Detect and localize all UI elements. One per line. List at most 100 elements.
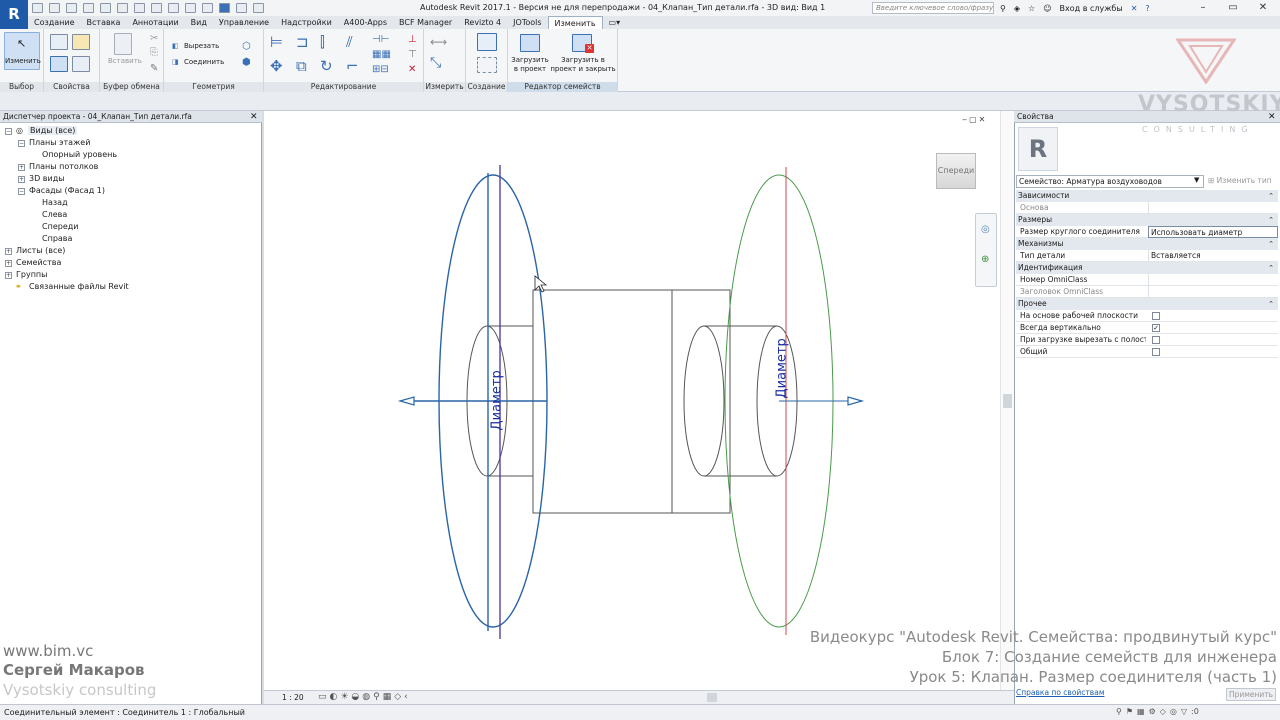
scale-indicator[interactable]: 1 : 20 bbox=[282, 693, 304, 702]
tree-node-2[interactable]: Опорный уровень bbox=[42, 150, 117, 159]
family-types-icon[interactable] bbox=[50, 56, 68, 72]
collapse-icon[interactable]: ⌃ bbox=[1268, 214, 1274, 226]
align-icon[interactable]: ⊨ bbox=[270, 33, 283, 51]
tab-8[interactable]: Revizto 4 bbox=[458, 16, 507, 29]
tree-node-4[interactable]: 3D виды bbox=[29, 174, 65, 183]
vertical-scrollbar[interactable] bbox=[1000, 111, 1014, 690]
split-icon[interactable]: ⊣⊢ bbox=[372, 34, 389, 45]
delete-icon[interactable]: ✕ bbox=[408, 64, 416, 75]
group-constraints[interactable]: Зависимости ⌃ bbox=[1016, 190, 1278, 202]
dimension-icon[interactable] bbox=[151, 3, 162, 13]
cut-geometry-label[interactable]: Вырезать bbox=[184, 42, 219, 50]
collapse-icon[interactable]: ⌃ bbox=[1268, 238, 1274, 250]
sync-icon[interactable] bbox=[66, 3, 77, 13]
mirror-draw-icon[interactable]: ⫽ bbox=[346, 33, 353, 51]
star-icon[interactable]: ☆ bbox=[1028, 4, 1035, 13]
tree-node-7[interactable]: Слева bbox=[42, 210, 67, 219]
redo-icon[interactable] bbox=[100, 3, 111, 13]
aligned-dimension-icon[interactable]: ⤡ bbox=[430, 55, 441, 71]
tab-7[interactable]: BCF Manager bbox=[393, 16, 458, 29]
project-browser-close-icon[interactable]: ✕ bbox=[250, 111, 258, 123]
left-dimension-label[interactable]: Диаметр bbox=[490, 370, 505, 430]
save-icon[interactable] bbox=[49, 3, 60, 13]
tree-node-1[interactable]: Планы этажей bbox=[29, 138, 90, 147]
tree-node-10[interactable]: Листы (все) bbox=[16, 246, 65, 255]
ribbon-options-icon[interactable]: ▭▾ bbox=[603, 16, 627, 29]
load-into-project-icon[interactable] bbox=[520, 34, 540, 52]
tree-toggle-icon[interactable]: + bbox=[5, 260, 12, 267]
family-category-icon[interactable] bbox=[72, 56, 90, 72]
tab-5[interactable]: Надстройки bbox=[275, 16, 338, 29]
zoom-icon[interactable]: ⊕ bbox=[981, 254, 989, 265]
binoculars-icon[interactable]: ⚲ bbox=[1000, 4, 1006, 13]
minimize-button[interactable]: – bbox=[1188, 0, 1218, 16]
tab-4[interactable]: Управление bbox=[213, 16, 275, 29]
copy-element-icon[interactable]: ⧉ bbox=[296, 57, 307, 75]
type-selector-chevron-icon[interactable]: ▼ bbox=[1194, 176, 1199, 184]
tab-1[interactable]: Вставка bbox=[81, 16, 127, 29]
login-link[interactable]: Вход в службы bbox=[1060, 4, 1123, 13]
horizontal-scroll-thumb[interactable] bbox=[707, 693, 717, 702]
measure-icon[interactable] bbox=[134, 3, 145, 13]
tab-2[interactable]: Аннотации bbox=[126, 16, 184, 29]
edit-type-button[interactable]: ⊞ Изменить тип bbox=[1208, 176, 1272, 185]
split-face-icon[interactable]: ⬡ bbox=[242, 41, 251, 52]
prop-round-size-value[interactable]: Использовать диаметр bbox=[1148, 226, 1278, 238]
work-plane-checkbox[interactable] bbox=[1152, 312, 1160, 320]
view-window-controls[interactable]: ‒▢✕ bbox=[962, 115, 987, 124]
model-view[interactable] bbox=[264, 111, 1014, 704]
pin-icon[interactable]: ⊥ bbox=[408, 34, 417, 45]
type-selector[interactable]: Семейство: Арматура воздуховодов bbox=[1016, 175, 1204, 188]
always-vertical-checkbox[interactable]: ✓ bbox=[1152, 324, 1160, 332]
steering-wheel-icon[interactable]: ◎ bbox=[981, 224, 990, 235]
tree-node-6[interactable]: Назад bbox=[42, 198, 68, 207]
tree-node-3[interactable]: Планы потолков bbox=[29, 162, 98, 171]
trim-icon[interactable]: ⌐ bbox=[346, 57, 359, 75]
tab-3[interactable]: Вид bbox=[185, 16, 213, 29]
maximize-button[interactable]: ▭ bbox=[1218, 0, 1248, 16]
create-group-icon[interactable] bbox=[477, 57, 497, 73]
tab-10[interactable]: Изменить bbox=[547, 16, 603, 29]
right-dimension-label[interactable]: Диаметр bbox=[775, 338, 790, 398]
load-into-project-label[interactable]: Загрузить в проект bbox=[510, 56, 550, 74]
view-control-icons[interactable]: ▭◐☀◒◍⚲▦◇‹ bbox=[318, 692, 411, 702]
match-properties-icon[interactable]: ✎ bbox=[150, 63, 158, 74]
3d-view-icon[interactable] bbox=[185, 3, 196, 13]
shared-checkbox[interactable] bbox=[1152, 348, 1160, 356]
prop-omniclass-number-value[interactable] bbox=[1148, 274, 1278, 286]
selection-filter-icons[interactable]: ⚲⚑▦⚙◇◎▽:0 bbox=[1116, 707, 1199, 716]
tree-node-8[interactable]: Спереди bbox=[42, 222, 78, 231]
vertical-scroll-thumb[interactable] bbox=[1003, 394, 1012, 408]
group-other[interactable]: Прочее ⌃ bbox=[1016, 298, 1278, 310]
tree-toggle-icon[interactable]: + bbox=[5, 248, 12, 255]
paste-label[interactable]: Вставить bbox=[108, 57, 142, 65]
switch-windows-icon[interactable] bbox=[253, 3, 264, 13]
tree-node-13[interactable]: Связанные файлы Revit bbox=[29, 282, 129, 291]
paste-icon[interactable] bbox=[114, 33, 132, 55]
subscription-icon[interactable]: ◈ bbox=[1014, 4, 1020, 13]
user-icon[interactable]: ☺ bbox=[1043, 4, 1051, 13]
tree-node-5[interactable]: Фасады (Фасад 1) bbox=[29, 186, 105, 195]
group-dimensions[interactable]: Размеры ⌃ bbox=[1016, 214, 1278, 226]
prop-part-type-value[interactable]: Вставляется bbox=[1148, 250, 1278, 262]
collapse-icon[interactable]: ⌃ bbox=[1268, 190, 1274, 202]
scale-icon[interactable]: ⊞⊟ bbox=[372, 64, 389, 75]
type-properties-icon[interactable] bbox=[72, 34, 90, 50]
tree-toggle-icon[interactable]: + bbox=[18, 176, 25, 183]
collapse-icon[interactable]: ⌃ bbox=[1268, 262, 1274, 274]
copy-icon[interactable]: ⎘ bbox=[150, 47, 158, 58]
join-geometry-label[interactable]: Соединить bbox=[184, 58, 224, 66]
undo-icon[interactable] bbox=[83, 3, 94, 13]
cut-icon[interactable]: ✂ bbox=[150, 33, 158, 44]
offset-icon[interactable]: ⊐ bbox=[296, 33, 309, 51]
tree-toggle-icon[interactable]: − bbox=[18, 140, 25, 147]
tree-node-12[interactable]: Группы bbox=[16, 270, 47, 279]
properties-help-link[interactable]: Справка по свойствам bbox=[1016, 688, 1104, 697]
group-mechanical[interactable]: Механизмы ⌃ bbox=[1016, 238, 1278, 250]
section-icon[interactable] bbox=[202, 3, 213, 13]
exchange-icon[interactable]: ✕ bbox=[1131, 4, 1138, 13]
open-icon[interactable] bbox=[32, 3, 43, 13]
array-icon[interactable]: ▦▦ bbox=[372, 49, 391, 60]
drawing-canvas[interactable]: Диаметр Диаметр Спереди ◎ ⊕ ‒▢✕ 1 : 20 ▭… bbox=[264, 111, 1014, 704]
tree-node-0[interactable]: Виды (все) bbox=[28, 126, 78, 135]
